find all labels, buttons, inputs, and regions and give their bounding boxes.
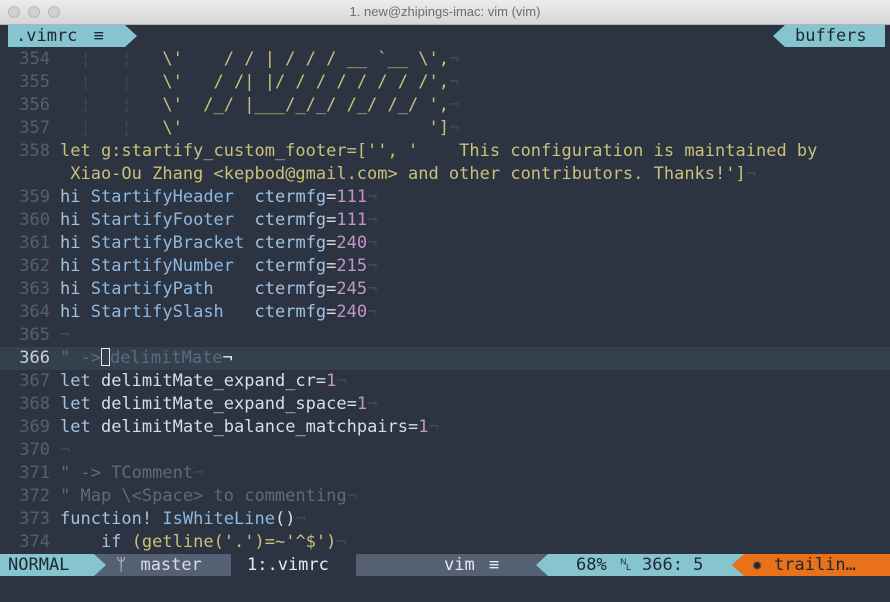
code-line: 367 let delimitMate_expand_cr=1¬	[19, 371, 347, 391]
filetype-section[interactable]: vim ≡	[356, 554, 536, 576]
warning-arrow-separator	[732, 554, 744, 576]
warning-icon: ✹	[752, 555, 763, 575]
text-cursor	[100, 348, 110, 366]
code-line-wrap: Xiao-Ou Zhang <kepbod@gmail.com> and oth…	[60, 164, 756, 184]
window-title: 1. new@zhipings-imac: vim (vim)	[349, 4, 541, 19]
code-line: 363 hi StartifyPath ctermfg=245¬	[19, 279, 378, 299]
code-line: 358 let g:startify_custom_footer=['', ' T…	[19, 141, 818, 161]
code-line: 369 let delimitMate_balance_matchpairs=1¬	[19, 417, 439, 437]
trailing-whitespace-warning[interactable]: ✹ trailin…	[744, 554, 890, 576]
git-branch-icon: ᛘ	[116, 555, 127, 575]
position-arrow-separator	[536, 554, 548, 576]
code-line: 359 hi StartifyHeader ctermfg=111¬	[19, 187, 378, 207]
list-icon: ≡	[489, 555, 500, 575]
code-line: 354 ¦ ¦ \' / / | / / / __ `__ \',¬	[19, 49, 460, 69]
terminal-window: 1. new@zhipings-imac: vim (vim) .vimrc ≡…	[0, 0, 890, 602]
vim-statusline: NORMAL ᛘ master 1:.vimrc vim ≡ 68% ␤ 366…	[0, 554, 890, 576]
code-line: 365 ¬	[19, 325, 71, 345]
list-icon: ≡	[93, 26, 104, 46]
code-line: 356 ¦ ¦ \' /_/ |___/_/_/ /_/ /_/ ',¬	[19, 95, 460, 115]
title-bar: 1. new@zhipings-imac: vim (vim)	[0, 0, 890, 25]
branch-arrow-separator	[219, 554, 231, 576]
code-line: 357 ¦ ¦ \' ']¬	[19, 118, 460, 138]
tab-label: .vimrc	[16, 26, 78, 46]
code-line-current: 366 " -> delimitMate¬	[0, 347, 890, 370]
mode-arrow-separator	[94, 554, 106, 576]
code-line: 368 let delimitMate_expand_space=1¬	[19, 394, 378, 414]
cursor-position: 366: 5	[642, 555, 704, 575]
code-line: 361 hi StartifyBracket ctermfg=240¬	[19, 233, 378, 253]
filename-section[interactable]: 1:.vimrc	[231, 554, 356, 576]
editor-buffer[interactable]: 354 ¦ ¦ \' / / | / / / __ `__ \',¬ 355 ¦…	[0, 48, 890, 552]
tab-vimrc[interactable]: .vimrc ≡	[8, 25, 125, 47]
mode-indicator: NORMAL	[0, 554, 94, 576]
code-line: 371 " -> TComment¬	[19, 463, 204, 483]
vim-tabline: .vimrc ≡ buffers	[0, 25, 890, 47]
warning-label: trailin…	[774, 555, 856, 575]
code-line: 372 " Map \<Space> to commenting¬	[19, 486, 357, 506]
scroll-percent: 68%	[576, 555, 607, 575]
position-section: 68% ␤ 366: 5	[548, 554, 732, 576]
code-line: 370 ¬	[19, 440, 71, 460]
tab-arrow-separator	[125, 25, 137, 47]
code-line: 355 ¦ ¦ \' / /| |/ / / / / / / /',¬	[19, 72, 460, 92]
code-line: 360 hi StartifyFooter ctermfg=111¬	[19, 210, 378, 230]
line-number-icon: ␤	[619, 555, 633, 575]
code-line: 362 hi StartifyNumber ctermfg=215¬	[19, 256, 378, 276]
code-line: 364 hi StartifySlash ctermfg=240¬	[19, 302, 378, 322]
buffers-button[interactable]: buffers	[785, 25, 885, 47]
code-line: 373 function! IsWhiteLine()¬	[19, 509, 306, 529]
buffers-arrow-separator	[773, 25, 785, 47]
git-branch-section[interactable]: ᛘ master	[106, 554, 219, 576]
code-line: 374 if (getline('.')=~'^$')¬	[19, 532, 347, 552]
filetype-label: vim	[444, 555, 475, 575]
git-branch-label: master	[140, 555, 202, 575]
